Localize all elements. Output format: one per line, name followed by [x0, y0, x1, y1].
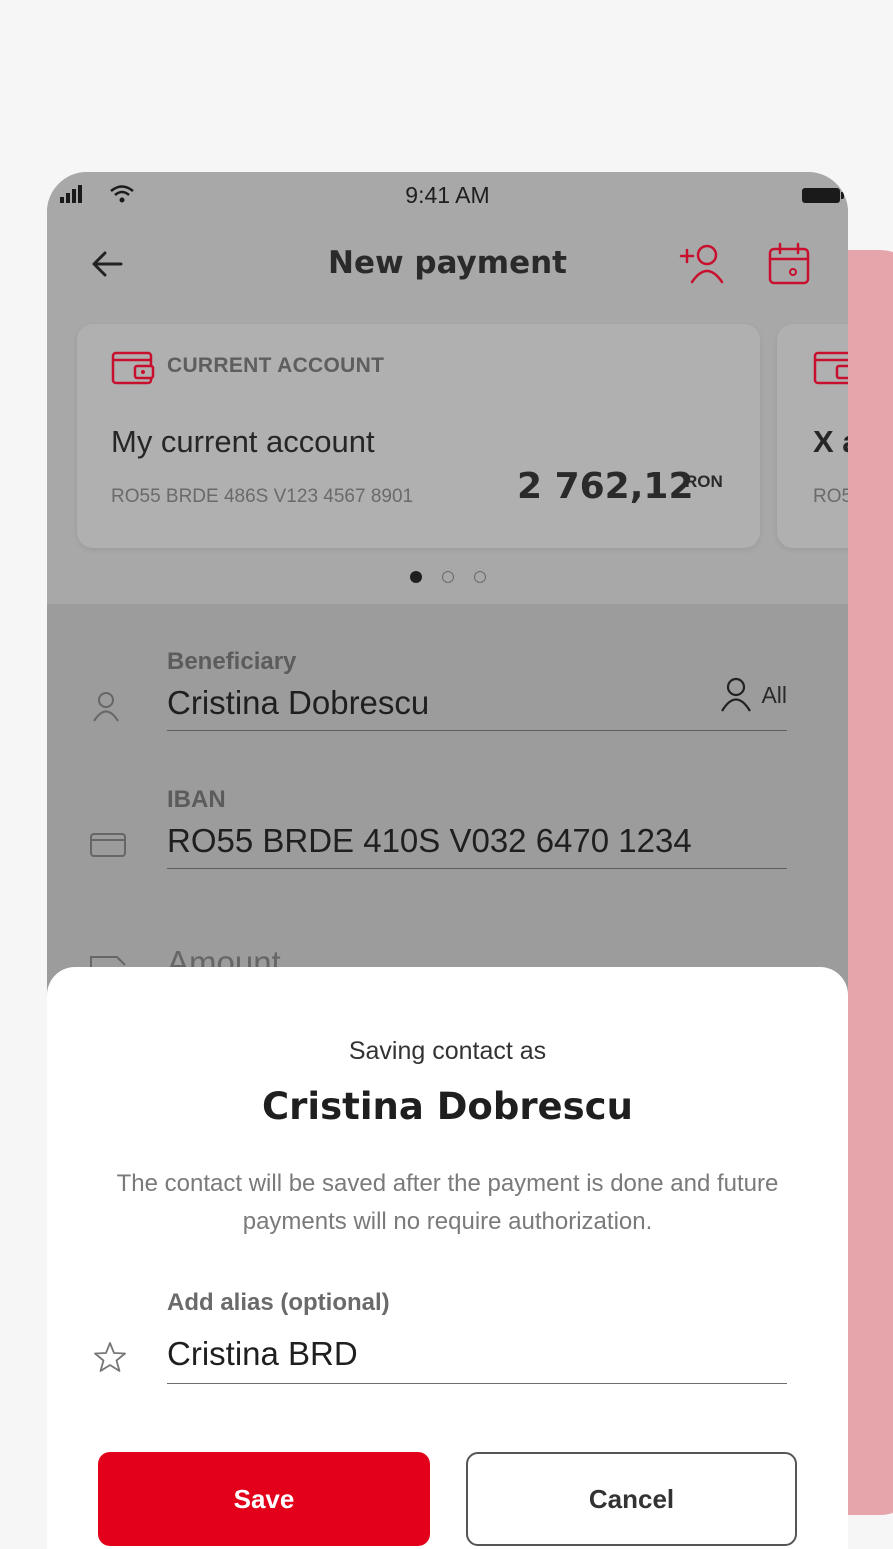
star-icon [94, 1342, 126, 1372]
battery-icon [802, 188, 844, 203]
card-icon [90, 833, 126, 857]
iban-label: IBAN [167, 786, 226, 813]
sheet-subtitle: Saving contact as [348, 1037, 547, 1065]
account-type: CURRENT ACCOUNT [167, 354, 385, 377]
wallet-icon [111, 351, 155, 385]
account-name: X a [813, 424, 848, 459]
account-balance: 2 762,12 [517, 466, 694, 507]
save-button[interactable]: Save [98, 1452, 430, 1546]
account-iban: RO5 [813, 486, 848, 507]
iban-field[interactable]: IBAN RO55 BRDE 410S V032 6470 1234 [167, 786, 787, 869]
page-dot[interactable] [473, 571, 486, 583]
calendar-icon[interactable] [765, 240, 813, 288]
all-contacts-link[interactable]: All [717, 676, 787, 714]
iban-input[interactable]: RO55 BRDE 410S V032 6470 1234 [167, 822, 787, 869]
beneficiary-value: Cristina Dobrescu [167, 684, 430, 721]
alias-label: Add alias (optional) [167, 1289, 390, 1316]
add-beneficiary-icon[interactable] [679, 242, 729, 286]
account-iban: RO55 BRDE 486S V123 4567 8901 [111, 486, 414, 507]
alias-input[interactable]: Cristina BRD [167, 1335, 787, 1384]
contact-name: Cristina Dobrescu [262, 1085, 633, 1128]
account-currency: RON [685, 472, 723, 491]
account-card[interactable]: X a RO5 [777, 324, 848, 548]
account-card[interactable]: CURRENT ACCOUNT My current account RO55 … [77, 324, 760, 548]
save-contact-sheet: Saving contact as Cristina Dobrescu The … [47, 967, 848, 1549]
beneficiary-input[interactable]: Cristina Dobrescu All [167, 677, 787, 731]
all-contacts-label: All [761, 681, 787, 708]
header: New payment [47, 228, 848, 298]
cancel-button[interactable]: Cancel [466, 1452, 797, 1546]
page-dot-active[interactable] [409, 571, 422, 583]
sheet-description: The contact will be saved after the paym… [116, 1170, 779, 1235]
person-icon [721, 677, 752, 712]
beneficiary-field[interactable]: Beneficiary Cristina Dobrescu All [167, 648, 787, 731]
status-bar: 9:41 AM [47, 172, 848, 222]
phone-screen: 9:41 AM New payment CURRENT ACCOUNT My c… [47, 172, 848, 1549]
account-name: My current account [111, 424, 375, 459]
status-time: 9:41 AM [405, 182, 490, 208]
person-icon [93, 692, 119, 722]
wallet-icon [813, 351, 848, 385]
page-dot[interactable] [441, 571, 454, 583]
carousel-pagination[interactable] [47, 570, 848, 588]
beneficiary-label: Beneficiary [167, 648, 297, 675]
